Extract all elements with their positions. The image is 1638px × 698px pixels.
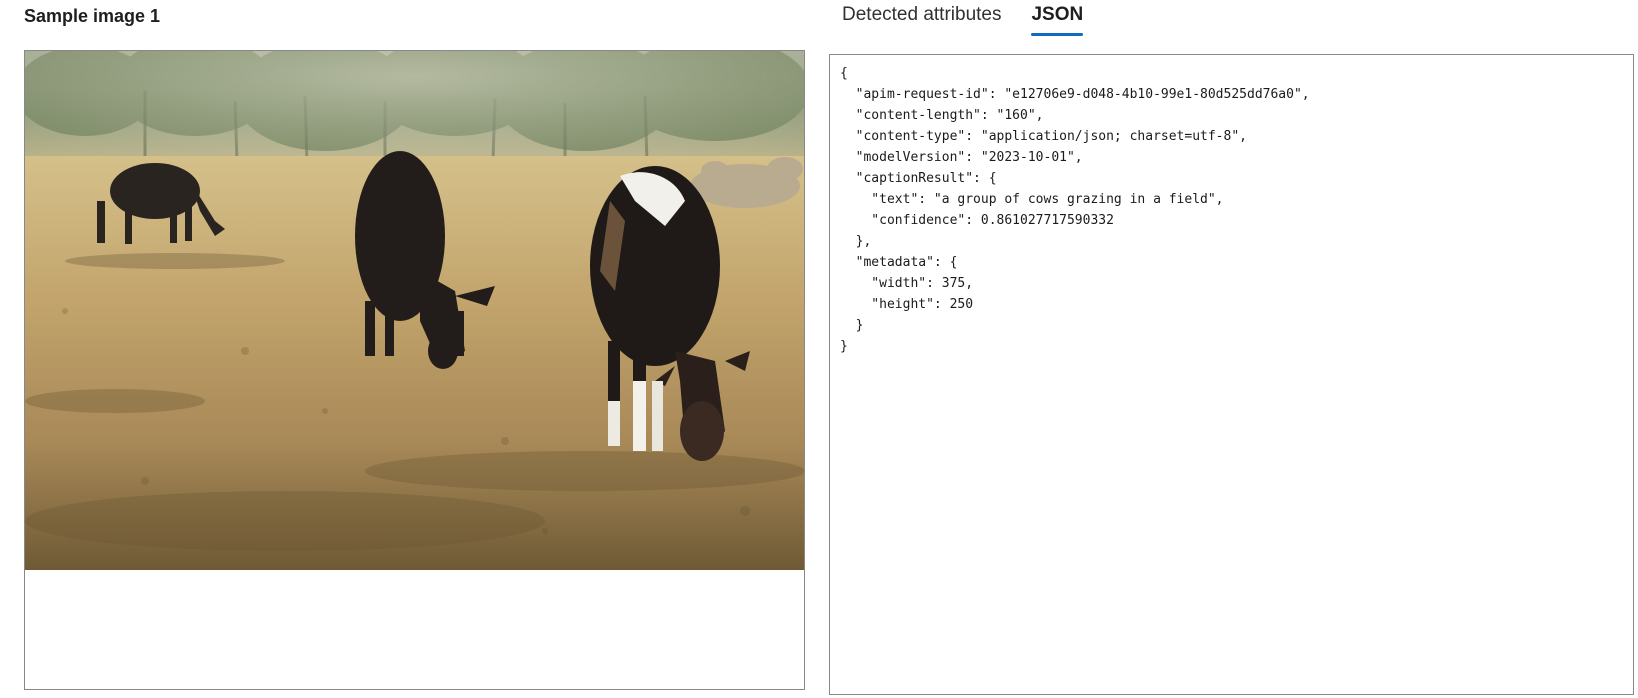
tab-json[interactable]: JSON — [1031, 0, 1083, 38]
sample-image-panel — [24, 50, 805, 690]
view-tabs: Detected attributes JSON — [842, 0, 1083, 38]
sample-image-title: Sample image 1 — [24, 6, 161, 26]
page: Sample image 1 Detected attributes JSON … — [0, 0, 1638, 698]
json-output-panel[interactable]: { "apim-request-id": "e12706e9-d048-4b10… — [829, 54, 1634, 695]
json-output-text: { "apim-request-id": "e12706e9-d048-4b10… — [840, 66, 1310, 354]
tab-detected-attributes[interactable]: Detected attributes — [842, 0, 1001, 38]
sample-photo — [25, 51, 804, 570]
